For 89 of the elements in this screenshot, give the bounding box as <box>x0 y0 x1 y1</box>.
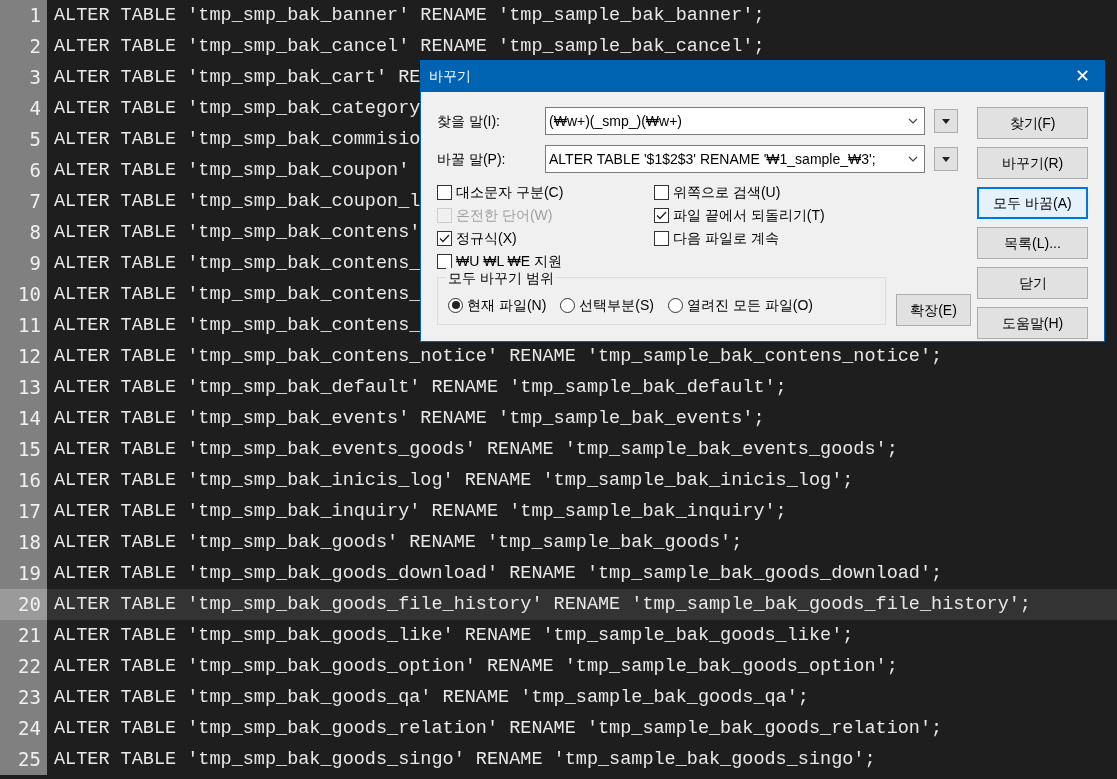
line-number: 22 <box>0 651 47 682</box>
line-number: 3 <box>0 62 47 93</box>
dropdown-button[interactable] <box>934 109 958 133</box>
dialog-button[interactable]: 찾기(F) <box>977 107 1088 139</box>
checkbox-label: 파일 끝에서 되돌리기(T) <box>673 205 825 225</box>
triangle-down-icon <box>942 118 950 124</box>
combo-field[interactable]: ALTER TABLE '$1$2$3' RENAME '₩1_sample_₩3'; <box>545 145 925 173</box>
line-number: 9 <box>0 248 47 279</box>
line-number: 15 <box>0 434 47 465</box>
group-title: 모두 바꾸기 범위 <box>446 268 556 289</box>
line-number: 25 <box>0 744 47 775</box>
checkbox-label: 온전한 단어(W) <box>456 205 553 225</box>
dialog-button[interactable]: 닫기 <box>977 267 1088 299</box>
line-number: 18 <box>0 527 47 558</box>
checkbox[interactable] <box>654 230 669 246</box>
checkbox-label: 대소문자 구분(C) <box>456 182 564 202</box>
code-line: ALTER TABLE 'tmp_smp_bak_goods_file_history' RENAME 'tmp_sample_bak_goods_file_history'; <box>53 592 1031 617</box>
line-number: 19 <box>0 558 47 589</box>
field-label: 바꿀 말(P): <box>437 149 507 169</box>
line-number: 10 <box>0 279 47 310</box>
line-number: 21 <box>0 620 47 651</box>
code-line: ALTER TABLE 'tmp_smp_bak_cart' RE <box>53 65 421 90</box>
checkbox[interactable] <box>654 184 669 200</box>
code-line: ALTER TABLE 'tmp_smp_bak_coupon' <box>53 158 410 183</box>
checkbox[interactable] <box>437 253 452 269</box>
code-line: ALTER TABLE 'tmp_smp_bak_coupon_l <box>53 189 421 214</box>
line-number: 24 <box>0 713 47 744</box>
line-number: 4 <box>0 93 47 124</box>
line-number: 11 <box>0 310 47 341</box>
code-line: ALTER TABLE 'tmp_smp_bak_contens_ <box>53 313 421 338</box>
code-line: ALTER TABLE 'tmp_smp_bak_goods_like' RENAME 'tmp_sample_bak_goods_like'; <box>53 623 854 648</box>
radio-label: 선택부분(S) <box>579 295 654 315</box>
checkbox[interactable] <box>437 230 452 246</box>
checkbox-label: 위쪽으로 검색(U) <box>673 182 781 202</box>
triangle-down-icon <box>942 156 950 162</box>
line-number: 1 <box>0 0 47 31</box>
checkbox-label: 다음 파일로 계속 <box>673 228 779 248</box>
code-line: ALTER TABLE 'tmp_smp_bak_category <box>53 96 421 121</box>
dialog-title: 바꾸기 <box>428 67 471 86</box>
close-button[interactable]: ✕ <box>1060 61 1104 92</box>
line-number: 13 <box>0 372 47 403</box>
checkbox-label: 정규식(X) <box>456 228 517 248</box>
chevron-icon <box>908 156 918 162</box>
code-line: ALTER TABLE 'tmp_smp_bak_inquiry' RENAME 'tmp_sample_bak_inquiry'; <box>53 499 787 524</box>
dialog-button[interactable]: 모두 바꿈(A) <box>977 187 1088 219</box>
line-number: 20 <box>0 589 47 620</box>
code-line: ALTER TABLE 'tmp_smp_bak_goods_relation' RENAME 'tmp_sample_bak_goods_relation'; <box>53 716 943 741</box>
radio-button[interactable] <box>448 297 463 313</box>
line-number: 2 <box>0 31 47 62</box>
line-number: 8 <box>0 217 47 248</box>
line-number: 7 <box>0 186 47 217</box>
code-line: ALTER TABLE 'tmp_smp_bak_events_goods' RENAME 'tmp_sample_bak_events_goods'; <box>53 437 898 462</box>
code-line: ALTER TABLE 'tmp_smp_bak_cancel' RENAME 'tmp_sample_bak_cancel'; <box>53 34 765 59</box>
code-line: ALTER TABLE 'tmp_smp_bak_contens_notice' RENAME 'tmp_sample_bak_contens_notice'; <box>53 344 943 369</box>
field-label: 찾을 말(I): <box>437 111 501 131</box>
code-line: ALTER TABLE 'tmp_smp_bak_contens_ <box>53 251 421 276</box>
code-line: ALTER TABLE 'tmp_smp_bak_goods_option' RENAME 'tmp_sample_bak_goods_option'; <box>53 654 898 679</box>
code-line: ALTER TABLE 'tmp_smp_bak_inicis_log' RENAME 'tmp_sample_bak_inicis_log'; <box>53 468 854 493</box>
line-number: 12 <box>0 341 47 372</box>
radio-button[interactable] <box>668 297 683 313</box>
line-number: 5 <box>0 124 47 155</box>
chevron-icon <box>908 118 918 124</box>
code-line: ALTER TABLE 'tmp_smp_bak_events' RENAME 'tmp_sample_bak_events'; <box>53 406 765 431</box>
code-line: ALTER TABLE 'tmp_smp_bak_contens' <box>53 220 421 245</box>
code-line: ALTER TABLE 'tmp_smp_bak_default' RENAME 'tmp_sample_bak_default'; <box>53 375 787 400</box>
line-number: 14 <box>0 403 47 434</box>
code-line: ALTER TABLE 'tmp_smp_bak_contens_ <box>53 282 421 307</box>
expand-button[interactable]: 확장(E) <box>896 294 971 326</box>
line-number: 17 <box>0 496 47 527</box>
code-line: ALTER TABLE 'tmp_smp_bak_goods_qa' RENAME 'tmp_sample_bak_goods_qa'; <box>53 685 809 710</box>
checkbox[interactable] <box>437 184 452 200</box>
line-number: 16 <box>0 465 47 496</box>
dropdown-button[interactable] <box>934 147 958 171</box>
checkbox-label: ₩U ₩L ₩E 지원 <box>456 251 563 271</box>
line-number: 23 <box>0 682 47 713</box>
combo-field[interactable]: (₩w+)(_smp_)(₩w+) <box>545 107 925 135</box>
code-line: ALTER TABLE 'tmp_smp_bak_banner' RENAME 'tmp_sample_bak_banner'; <box>53 3 765 28</box>
code-line: ALTER TABLE 'tmp_smp_bak_goods' RENAME 'tmp_sample_bak_goods'; <box>53 530 743 555</box>
code-line: ALTER TABLE 'tmp_smp_bak_commisio <box>53 127 421 152</box>
line-number: 6 <box>0 155 47 186</box>
radio-label: 열려진 모든 파일(O) <box>687 295 813 315</box>
code-line: ALTER TABLE 'tmp_smp_bak_goods_singo' RENAME 'tmp_sample_bak_goods_singo'; <box>53 747 876 772</box>
radio-label: 현재 파일(N) <box>467 295 547 315</box>
dialog-button[interactable]: 바꾸기(R) <box>977 147 1088 179</box>
radio-button[interactable] <box>560 297 576 313</box>
code-line: ALTER TABLE 'tmp_smp_bak_goods_download' RENAME 'tmp_sample_bak_goods_download'; <box>53 561 943 586</box>
dialog-button[interactable]: 목록(L)... <box>977 227 1088 259</box>
dialog-button[interactable]: 도움말(H) <box>977 307 1088 339</box>
checkbox[interactable] <box>654 207 669 223</box>
